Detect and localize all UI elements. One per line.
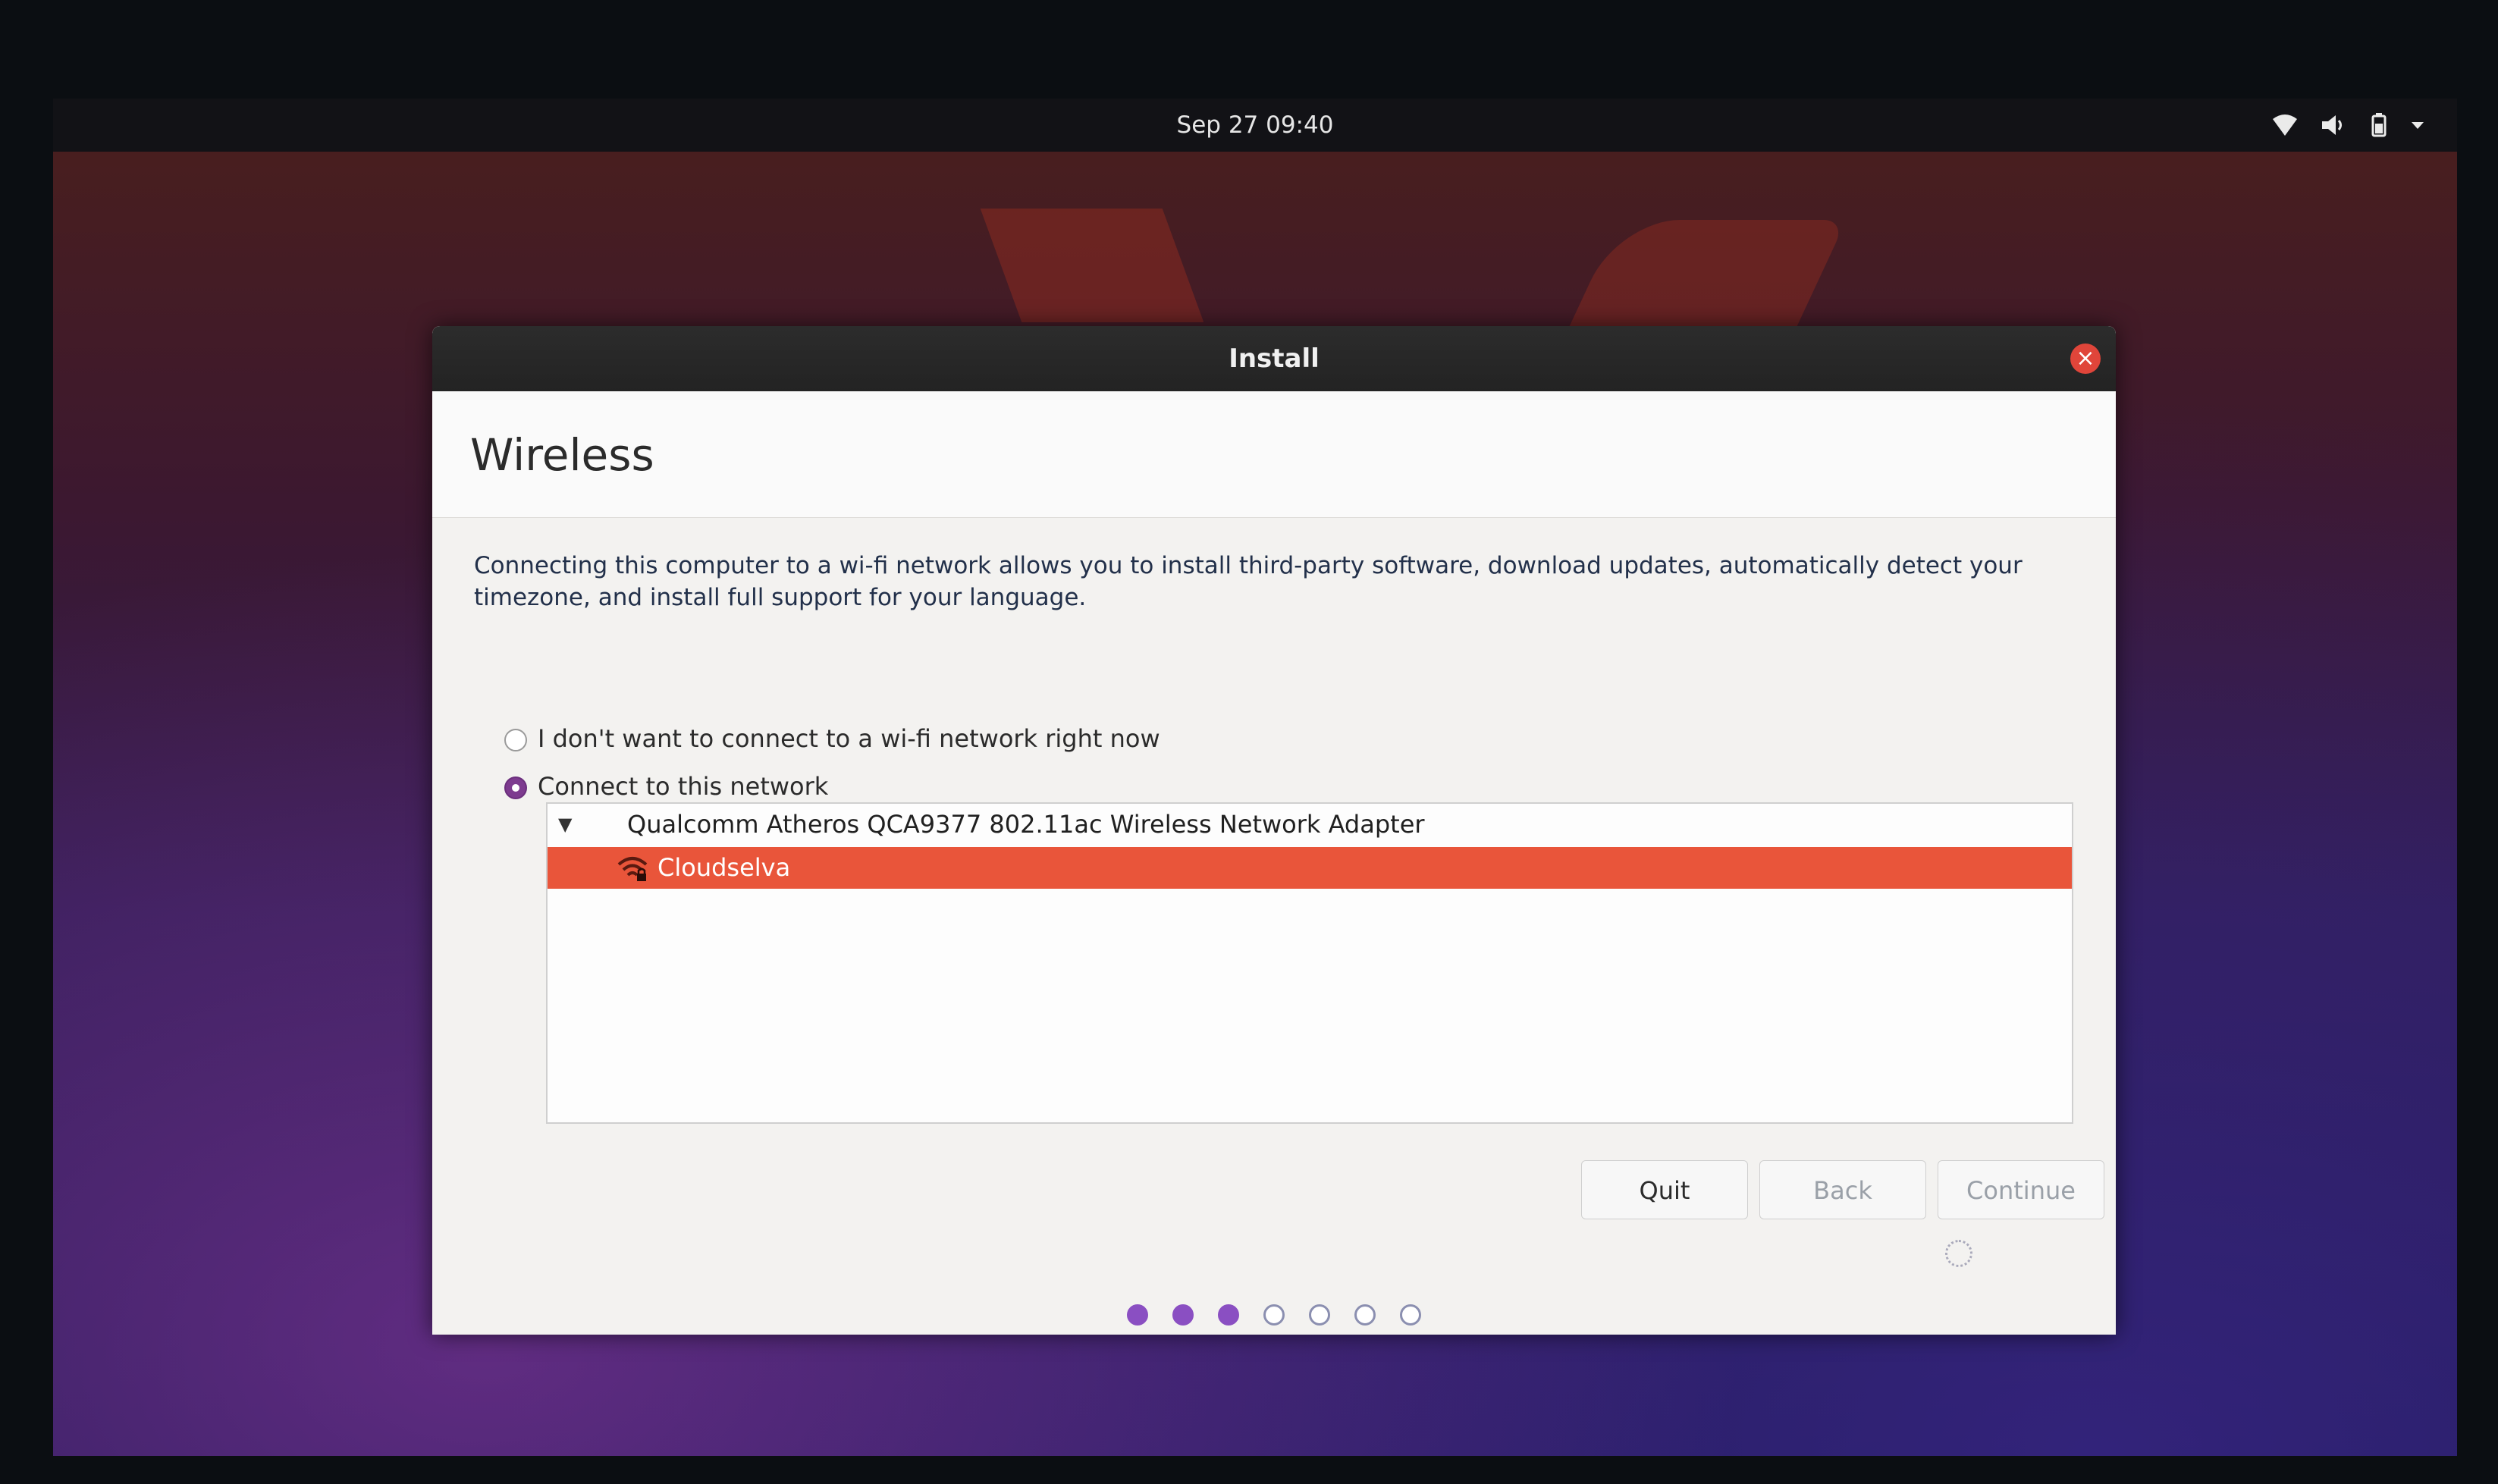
volume-icon[interactable] [2319,111,2346,139]
continue-button[interactable]: Continue [1938,1160,2104,1219]
top-bar: Sep 27 09:40 [53,99,2457,152]
quit-button[interactable]: Quit [1581,1160,1748,1219]
close-icon[interactable]: × [2070,344,2101,374]
option-no-wifi[interactable]: I don't want to connect to a wi-fi netwo… [504,724,1160,753]
battery-icon[interactable] [2365,111,2392,139]
progress-dot-complete [1127,1304,1148,1326]
wallpaper-shape [980,209,1204,322]
clock[interactable]: Sep 27 09:40 [53,99,2457,152]
back-button[interactable]: Back [1759,1160,1926,1219]
page-title: Wireless [470,429,654,481]
network-list[interactable]: ▼ Qualcomm Atheros QCA9377 802.11ac Wire… [546,802,2073,1124]
progress-dot-complete [1218,1304,1239,1326]
installer-window: Install × Wireless Connecting this compu… [432,326,2116,1335]
window-titlebar[interactable]: Install × [432,326,2116,391]
radio-button[interactable] [504,777,527,799]
adapter-label: Qualcomm Atheros QCA9377 802.11ac Wirele… [627,810,1425,839]
page-description: Connecting this computer to a wi-fi netw… [474,552,2023,611]
expander-triangle-icon[interactable]: ▼ [558,804,572,846]
loading-spinner-icon [1945,1240,1972,1267]
option-connect[interactable]: Connect to this network [504,772,828,801]
option-label: Connect to this network [538,772,829,801]
radio-button[interactable] [504,729,527,751]
wifi-icon[interactable] [2271,111,2299,139]
progress-dots [432,1304,2116,1329]
progress-dot-pending [1354,1304,1376,1326]
progress-dot-complete [1172,1304,1194,1326]
chevron-down-icon[interactable] [2404,111,2431,139]
page-header: Wireless [432,391,2116,518]
progress-dot-pending [1263,1304,1285,1326]
window-title: Install [1229,344,1320,374]
network-name: Cloudselva [657,853,791,882]
wifi-lock-icon [617,857,648,881]
progress-dot-pending [1400,1304,1421,1326]
wallpaper-shape [1566,220,1847,334]
progress-dot-pending [1309,1304,1330,1326]
adapter-row[interactable]: ▼ Qualcomm Atheros QCA9377 802.11ac Wire… [548,804,2072,846]
desktop-screen: Sep 27 09:40 Install × Wireless Connecti… [53,99,2457,1456]
network-row-selected[interactable]: Cloudselva [548,847,2072,889]
option-label: I don't want to connect to a wi-fi netwo… [538,724,1160,753]
